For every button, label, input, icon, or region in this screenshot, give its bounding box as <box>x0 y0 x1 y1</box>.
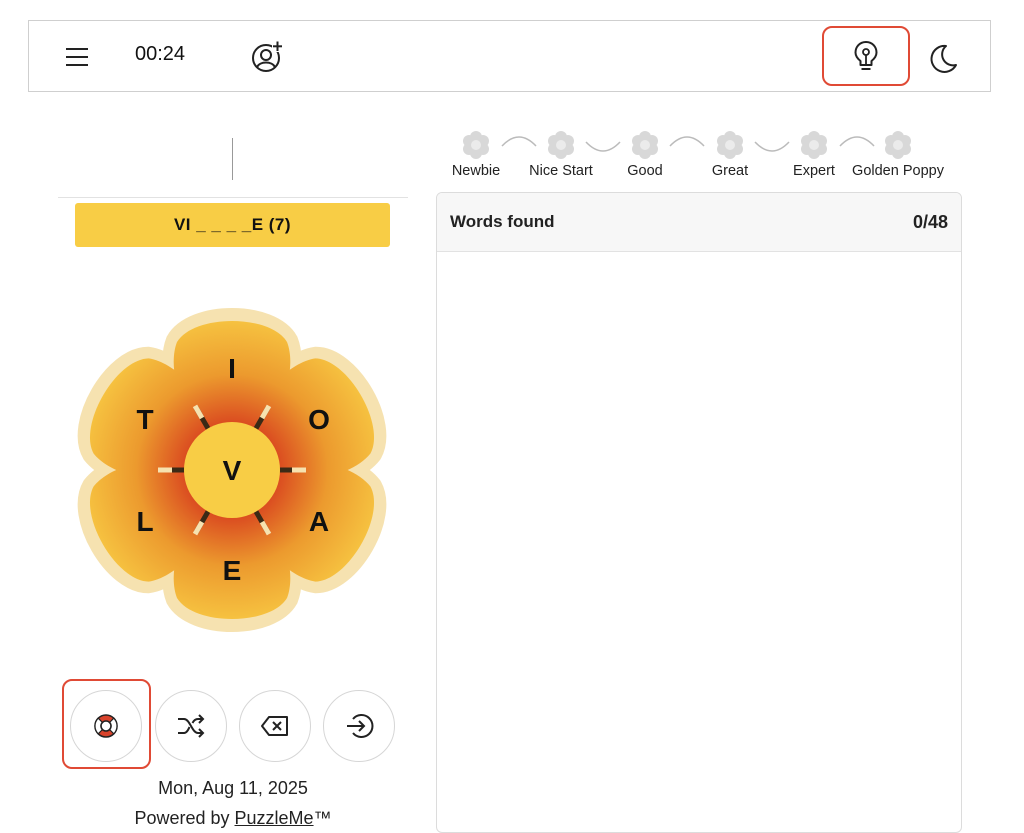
words-found-panel: Words found 0/48 <box>436 192 962 833</box>
words-found-title: Words found <box>450 212 555 231</box>
letter-top-right[interactable]: O <box>308 404 330 435</box>
rank-flower-icon <box>548 131 574 159</box>
moon-icon <box>930 44 957 73</box>
timer: 00:24 <box>135 43 186 65</box>
rank-flower-icon <box>632 131 658 159</box>
clue-bar: VI _ _ _ _E (7) <box>75 203 390 247</box>
words-found-header[interactable]: Words found 0/48 <box>437 193 961 252</box>
rank-label: Golden Poppy <box>852 163 944 179</box>
lightbulb-icon <box>854 41 878 70</box>
shuffle-icon <box>178 714 205 738</box>
words-found-count: 0/48 <box>912 211 948 232</box>
letter-bottom-left[interactable]: L <box>136 506 153 537</box>
divider <box>58 197 408 198</box>
flower-graphic: V I O A E L T <box>77 308 387 632</box>
lifebuoy-icon <box>94 714 118 738</box>
dark-mode-toggle[interactable] <box>923 39 963 79</box>
rank-golden-poppy: Golden Poppy <box>843 130 953 179</box>
delete-button[interactable] <box>239 690 311 762</box>
powered-prefix: Powered by <box>134 808 230 828</box>
top-toolbar: 00:24 <box>28 20 991 92</box>
letter-top[interactable]: I <box>228 353 236 384</box>
rank-flower-icon <box>801 131 827 159</box>
letter-bottom-right[interactable]: A <box>309 506 329 537</box>
backspace-icon <box>261 716 288 736</box>
add-player-button[interactable] <box>247 37 287 77</box>
submit-button[interactable] <box>323 690 395 762</box>
puzzleme-link[interactable]: PuzzleMe <box>235 808 314 828</box>
hint-button[interactable] <box>822 26 910 86</box>
words-list <box>437 252 961 832</box>
letter-bottom[interactable]: E <box>223 555 242 586</box>
hamburger-menu-icon <box>66 48 88 66</box>
enter-icon <box>347 714 374 738</box>
rank-flower-icon <box>463 131 489 159</box>
trademark: ™ <box>313 808 332 828</box>
letter-flower: V I O A E L T <box>72 305 392 635</box>
center-letter[interactable]: V <box>223 455 242 486</box>
menu-button[interactable] <box>59 39 95 75</box>
hint-lifebuoy-button[interactable] <box>70 690 142 762</box>
puzzle-date: Mon, Aug 11, 2025 <box>158 778 308 798</box>
shuffle-button[interactable] <box>155 690 227 762</box>
add-user-icon <box>252 41 283 72</box>
letter-top-left[interactable]: T <box>136 404 153 435</box>
current-input <box>58 140 408 180</box>
rank-flower-icon <box>717 131 743 159</box>
powered-by: Powered by PuzzleMe™ <box>58 808 408 829</box>
rank-flower-icon <box>885 131 911 159</box>
